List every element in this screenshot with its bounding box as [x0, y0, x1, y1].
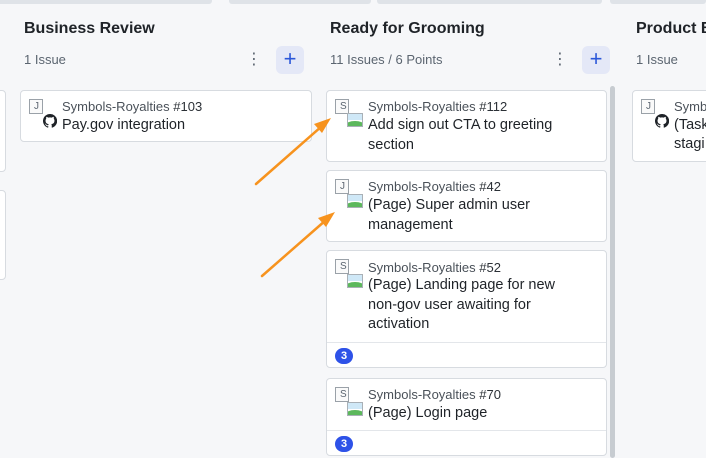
annotation-arrow	[260, 212, 335, 278]
annotation-arrows	[254, 118, 335, 278]
annotation-arrow	[254, 118, 331, 186]
